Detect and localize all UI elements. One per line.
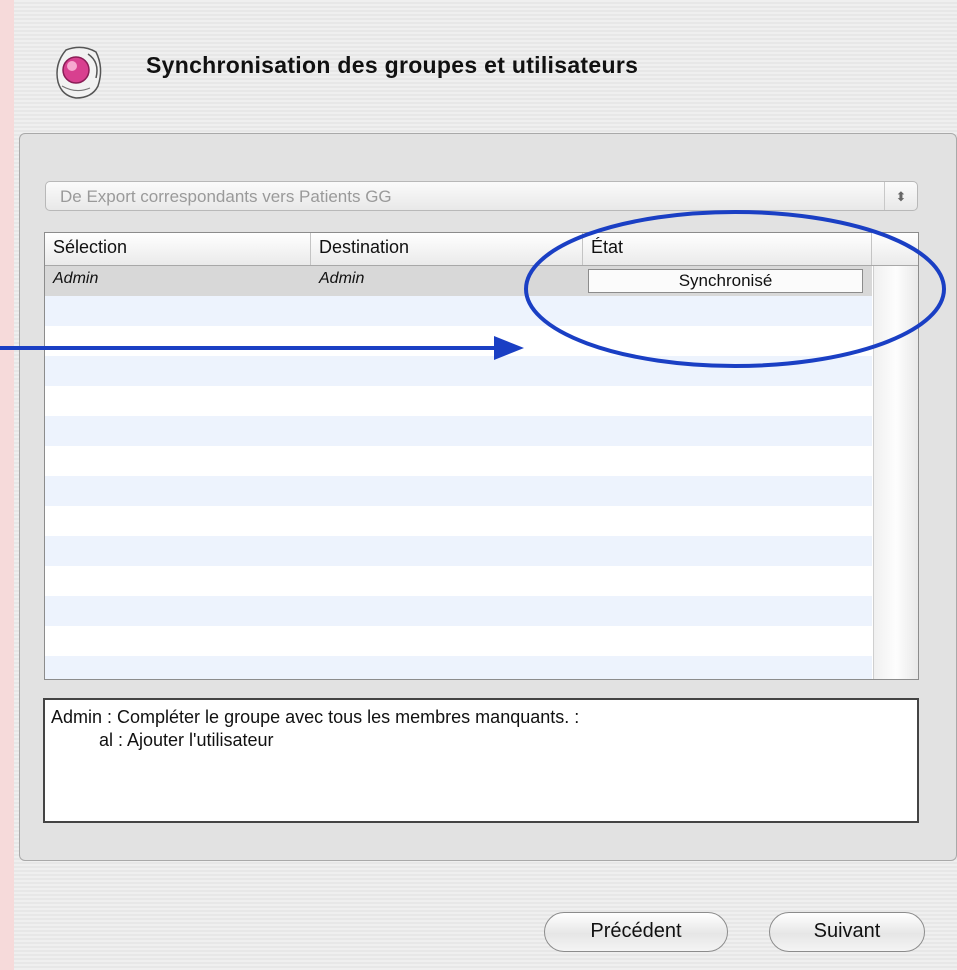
sync-source-popup[interactable]: De Export correspondants vers Patients G…: [45, 181, 918, 211]
previous-button[interactable]: Précédent: [544, 912, 728, 952]
message-box: Admin : Compléter le groupe avec tous le…: [43, 698, 919, 823]
table-scrollbar[interactable]: [873, 266, 918, 679]
cell-destination: Admin: [319, 270, 365, 287]
page-title: Synchronisation des groupes et utilisate…: [146, 52, 639, 78]
table-row[interactable]: Admin Admin Synchronisé: [45, 266, 872, 296]
cell-selection: Admin: [53, 270, 99, 287]
table-header: Sélection Destination État: [45, 233, 918, 266]
message-line-2: al : Ajouter l'utilisateur: [99, 730, 274, 750]
next-button[interactable]: Suivant: [769, 912, 925, 952]
popup-arrows-icon: ⬍: [884, 182, 917, 210]
sync-table: Sélection Destination État Admin Admin S…: [44, 232, 919, 680]
assistant-window: Synchronisation des groupes et utilisate…: [14, 0, 957, 970]
sync-user-icon: [56, 46, 102, 99]
table-body: Admin Admin Synchronisé: [45, 266, 872, 679]
column-header-selection[interactable]: Sélection: [45, 233, 311, 265]
column-header-status[interactable]: État: [583, 233, 872, 265]
status-badge: Synchronisé: [588, 269, 863, 293]
popup-selected-label: De Export correspondants vers Patients G…: [60, 187, 392, 206]
column-header-destination[interactable]: Destination: [311, 233, 583, 265]
message-line-1: Admin : Compléter le groupe avec tous le…: [51, 707, 580, 727]
